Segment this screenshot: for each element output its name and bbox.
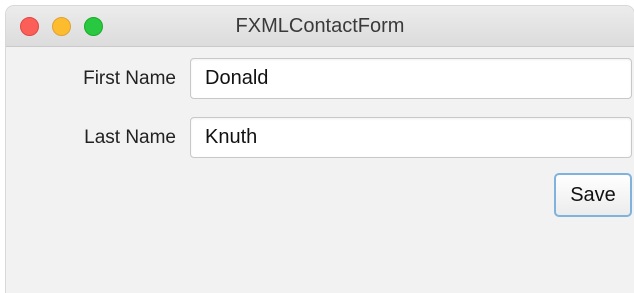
- first-name-label: First Name: [83, 68, 176, 89]
- save-button[interactable]: Save: [554, 173, 632, 217]
- first-name-field[interactable]: [190, 58, 632, 99]
- last-name-field[interactable]: [190, 117, 632, 158]
- last-name-label: Last Name: [84, 127, 176, 148]
- window-title: FXMLContactForm: [235, 15, 405, 37]
- title-bar[interactable]: FXMLContactForm: [6, 6, 634, 47]
- app-window: FXMLContactForm First Name Last Name Sav…: [6, 6, 634, 293]
